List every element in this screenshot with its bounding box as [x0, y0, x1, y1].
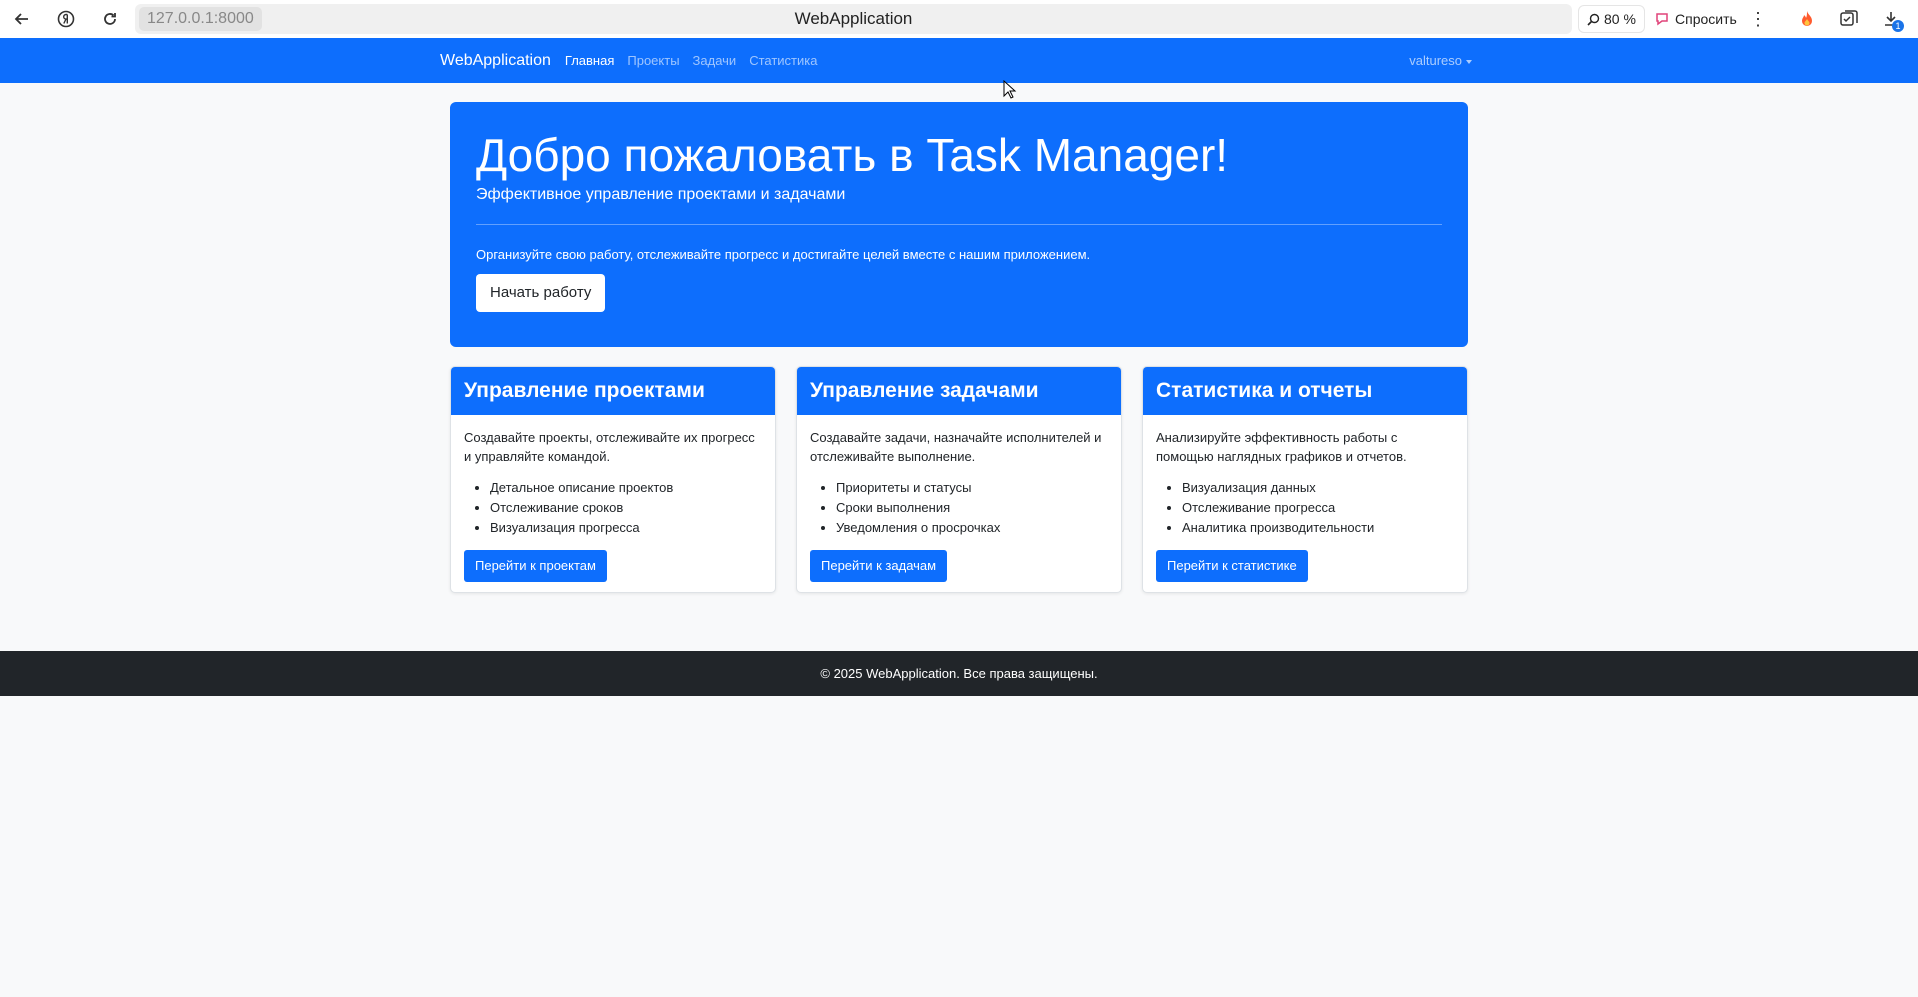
feature-cards: Управление проектами Создавайте проекты,…: [450, 366, 1468, 593]
list-item: Уведомления о просрочках: [836, 518, 1108, 538]
yandex-home-button[interactable]: [50, 3, 82, 35]
hero-divider: [476, 224, 1442, 225]
list-item: Сроки выполнения: [836, 498, 1108, 518]
card-text: Создавайте проекты, отслеживайте их прог…: [464, 430, 755, 464]
yandex-logo-icon: [57, 10, 75, 28]
go-to-tasks-button[interactable]: Перейти к задачам: [810, 550, 948, 582]
url-text[interactable]: 127.0.0.1:8000: [139, 7, 262, 31]
username: valtureso: [1409, 53, 1462, 68]
card-title: Статистика и отчеты: [1143, 367, 1467, 415]
ai-assistant-icon: [1656, 13, 1668, 26]
site-footer: © 2025 WebApplication. Все права защищен…: [0, 651, 1918, 696]
mouse-cursor-icon: [1003, 80, 1017, 99]
magnifier-icon: [1587, 13, 1600, 26]
card-title: Управление проектами: [451, 367, 775, 415]
reload-button[interactable]: [94, 3, 126, 35]
collections-icon[interactable]: [1834, 4, 1864, 34]
start-button[interactable]: Начать работу: [476, 274, 606, 312]
go-to-projects-button[interactable]: Перейти к проектам: [464, 550, 607, 582]
back-button[interactable]: [6, 3, 38, 35]
card-tasks: Управление задачами Создавайте задачи, н…: [796, 366, 1122, 593]
fire-icon[interactable]: [1792, 4, 1822, 34]
navbar-container: WebApplication Главная Проекты Задачи Ст…: [440, 38, 1472, 83]
footer-copyright: © 2025 WebApplication. Все права защищен…: [820, 666, 1098, 681]
feature-list: Детальное описание проектов Отслеживание…: [490, 478, 762, 538]
site-navbar: WebApplication Главная Проекты Задачи Ст…: [0, 38, 1918, 83]
list-item: Отслеживание сроков: [490, 498, 762, 518]
extensions-bar: 1: [1792, 4, 1906, 34]
tab-title: WebApplication: [794, 9, 913, 28]
list-item: Визуализация прогресса: [490, 518, 762, 538]
user-dropdown[interactable]: valtureso: [1409, 38, 1472, 83]
go-to-statistics-button[interactable]: Перейти к статистике: [1156, 550, 1308, 582]
address-bar[interactable]: WebApplication 127.0.0.1:8000: [135, 4, 1572, 34]
nav-link-tasks[interactable]: Задачи: [693, 53, 737, 68]
navbar-brand[interactable]: WebApplication: [440, 52, 551, 70]
card-text: Создавайте задачи, назначайте исполнител…: [810, 430, 1102, 464]
ask-button[interactable]: Спросить: [1646, 5, 1745, 33]
more-menu-icon[interactable]: ⋮: [1746, 5, 1770, 33]
card-projects: Управление проектами Создавайте проекты,…: [450, 366, 776, 593]
card-text: Анализируйте эффективность работы с помо…: [1156, 430, 1407, 464]
zoom-button[interactable]: 80 %: [1578, 5, 1645, 33]
nav-link-home[interactable]: Главная: [565, 53, 614, 68]
browser-nav-buttons: [6, 3, 126, 35]
hero-description: Организуйте свою работу, отслеживайте пр…: [476, 247, 1091, 262]
download-count-badge: 1: [1892, 20, 1904, 32]
zoom-level: 80 %: [1604, 11, 1636, 27]
browser-toolbar: WebApplication 127.0.0.1:8000 80 % Спрос…: [0, 0, 1918, 38]
arrow-left-icon: [14, 13, 28, 25]
list-item: Аналитика производительности: [1182, 518, 1454, 538]
nav-link-statistics[interactable]: Статистика: [749, 53, 817, 68]
ask-label: Спросить: [1675, 11, 1737, 27]
reload-icon: [104, 13, 116, 25]
hero-lead: Эффективное управление проектами и задач…: [476, 186, 846, 203]
list-item: Детальное описание проектов: [490, 478, 762, 498]
hero-banner: Добро пожаловать в Task Manager! Эффекти…: [450, 102, 1468, 347]
list-item: Отслеживание прогресса: [1182, 498, 1454, 518]
card-body: Создавайте проекты, отслеживайте их прог…: [451, 415, 775, 592]
feature-list: Визуализация данных Отслеживание прогрес…: [1182, 478, 1454, 538]
feature-list: Приоритеты и статусы Сроки выполнения Ув…: [836, 478, 1108, 538]
card-statistics: Статистика и отчеты Анализируйте эффекти…: [1142, 366, 1468, 593]
caret-down-icon: [1466, 59, 1472, 64]
card-body: Анализируйте эффективность работы с помо…: [1143, 415, 1467, 592]
list-item: Визуализация данных: [1182, 478, 1454, 498]
card-body: Создавайте задачи, назначайте исполнител…: [797, 415, 1121, 592]
downloads-icon[interactable]: 1: [1876, 4, 1906, 34]
card-title: Управление задачами: [797, 367, 1121, 415]
nav-link-projects[interactable]: Проекты: [627, 53, 679, 68]
list-item: Приоритеты и статусы: [836, 478, 1108, 498]
hero-title: Добро пожаловать в Task Manager!: [476, 129, 1229, 181]
